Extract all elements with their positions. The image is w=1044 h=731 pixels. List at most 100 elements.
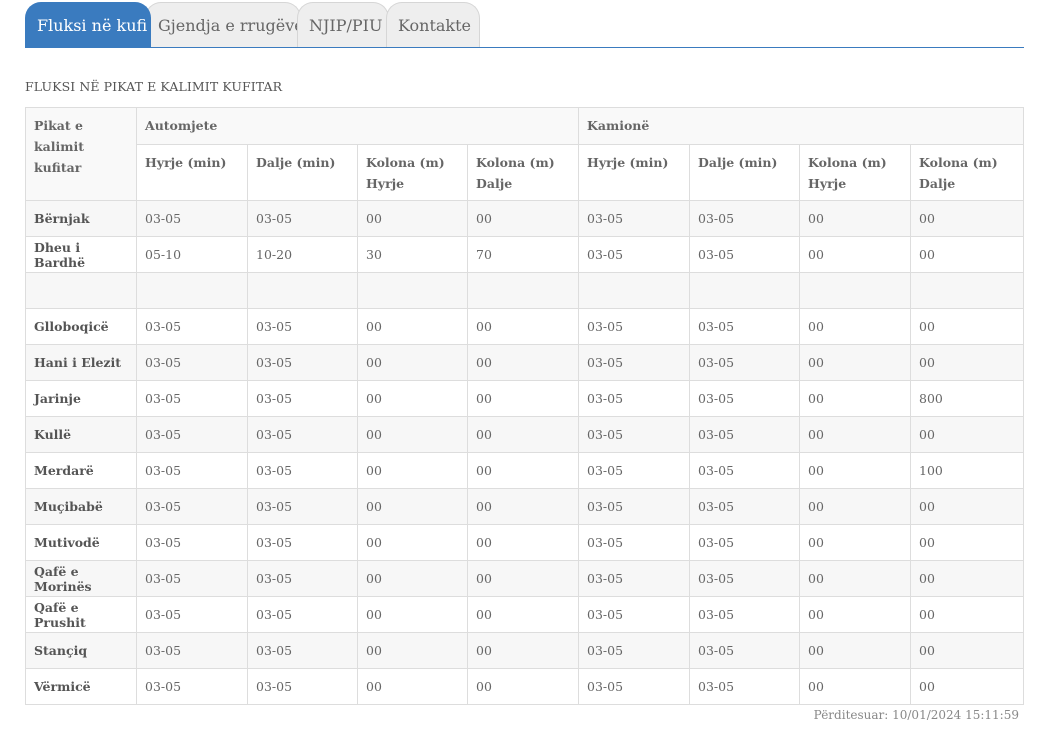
table-cell: 00 [357,416,468,453]
table-row: Dheu i Bardhë 05-10 10-20 30 70 03-05 03-05 00 0… [25,236,1025,273]
crossing-point-name [25,272,137,309]
table-cell: 03-05 [689,200,801,237]
table-cell: 00 [466,308,580,345]
tab-bar: Fluksi në kufi Gjendja e rrugëve NJIP/PI… [25,2,1024,48]
table-cell: 00 [466,668,580,705]
table-cell: 03-05 [247,308,358,345]
table-cell: 03-05 [247,596,358,633]
table-cell: 00 [357,452,468,489]
table-cell: 00 [910,632,1025,669]
table-cell: 03-05 [247,452,358,489]
table-cell: 00 [466,200,580,237]
table-cell: 03-05 [578,416,691,453]
last-updated-timestamp: Përditesuar: 10/01/2024 15:11:59 [813,708,1019,722]
column-header-crossing-point: Pikat e kalimit kufitar [25,107,137,201]
table-cell: 00 [799,308,912,345]
table-cell: 03-05 [247,560,358,597]
table-cell: 00 [466,524,580,561]
table-cell: 00 [799,200,912,237]
table-cell: 00 [910,344,1025,381]
table-cell: 03-05 [136,452,248,489]
table-cell: 70 [466,236,580,273]
table-cell: 03-05 [136,596,248,633]
crossing-point-name: Mutivodë [25,524,137,561]
table-cell: 03-05 [247,524,358,561]
table-cell: 00 [466,380,580,417]
table-cell: 00 [357,560,468,597]
column-header: Hyrje (min) [578,144,691,201]
table-row: Kullë 03-05 03-05 00 00 03-05 03-05 00 00 [25,416,1025,453]
crossing-point-name: Merdarë [25,452,137,489]
table-cell: 00 [910,488,1025,525]
crossing-point-name: Stançiq [25,632,137,669]
table-row: Glloboqicë 03-05 03-05 00 00 03-05 03-05 00 00 [25,308,1025,345]
table-cell: 03-05 [578,632,691,669]
table-row: Vërmicë 03-05 03-05 00 00 03-05 03-05 00 00 [25,668,1025,705]
crossing-point-name: Muçibabë [25,488,137,525]
table-cell: 03-05 [247,344,358,381]
table-cell: 00 [466,488,580,525]
table-cell: 03-05 [689,488,801,525]
tab-kontakte[interactable]: Kontakte [386,2,480,47]
column-header: Kolona (m) Hyrje [357,144,468,201]
table-cell: 00 [910,416,1025,453]
table-cell: 03-05 [578,668,691,705]
table-cell: 00 [466,344,580,381]
table-cell: 00 [799,344,912,381]
table-cell: 03-05 [136,632,248,669]
table-cell: 03-05 [578,560,691,597]
column-header: Hyrje (min) [136,144,248,201]
crossing-point-name: Dheu i Bardhë [25,236,137,273]
table-cell: 00 [910,560,1025,597]
table-cell: 00 [910,236,1025,273]
group-header-kamione: Kamionë [578,107,1025,145]
table-cell: 03-05 [136,308,248,345]
table-cell: 03-05 [247,200,358,237]
border-flux-table: Pikat e kalimit kufitar Automjete Kamion… [25,107,1025,705]
table-cell: 03-05 [689,236,801,273]
table-cell: 03-05 [136,344,248,381]
table-cell: 00 [799,596,912,633]
table-row: Bërnjak 03-05 03-05 00 00 03-05 03-05 00 00 [25,200,1025,237]
table-cell: 00 [357,308,468,345]
tab-gjendja-e-rrugeve[interactable]: Gjendja e rrugëve [145,2,301,47]
table-cell [466,272,580,309]
table-cell: 03-05 [689,452,801,489]
table-row: Jarinje 03-05 03-05 00 00 03-05 03-05 00 800 [25,380,1025,417]
table-row [25,272,1025,309]
crossing-point-name: Vërmicë [25,668,137,705]
table-cell: 00 [799,632,912,669]
table-cell [799,272,912,309]
crossing-point-name: Glloboqicë [25,308,137,345]
column-header: Kolona (m) Hyrje [799,144,912,201]
table-cell: 100 [910,452,1025,489]
table-cell: 30 [357,236,468,273]
table-cell: 03-05 [578,524,691,561]
table-row: Mutivodë 03-05 03-05 00 00 03-05 03-05 00 00 [25,524,1025,561]
table-cell: 03-05 [689,416,801,453]
table-cell: 00 [466,452,580,489]
table-cell: 03-05 [136,416,248,453]
table-cell: 00 [910,308,1025,345]
table-cell: 00 [357,668,468,705]
table-cell: 03-05 [136,488,248,525]
table-cell: 03-05 [578,344,691,381]
tab-njip-piu[interactable]: NJIP/PIU [297,2,389,47]
crossing-point-name: Hani i Elezit [25,344,137,381]
table-cell: 03-05 [136,560,248,597]
table-cell: 03-05 [689,596,801,633]
table-cell: 00 [357,524,468,561]
table-cell: 03-05 [578,380,691,417]
crossing-point-name: Jarinje [25,380,137,417]
tab-fluksi-ne-kufi[interactable]: Fluksi në kufi [25,2,151,47]
table-cell: 03-05 [689,380,801,417]
table-cell: 03-05 [578,596,691,633]
column-header: Dalje (min) [689,144,801,201]
table-cell: 00 [466,596,580,633]
table-cell: 05-10 [136,236,248,273]
table-cell: 00 [799,668,912,705]
group-header-automjete: Automjete [135,107,580,145]
table-cell [357,272,468,309]
table-cell: 03-05 [136,380,248,417]
table-cell: 00 [799,488,912,525]
